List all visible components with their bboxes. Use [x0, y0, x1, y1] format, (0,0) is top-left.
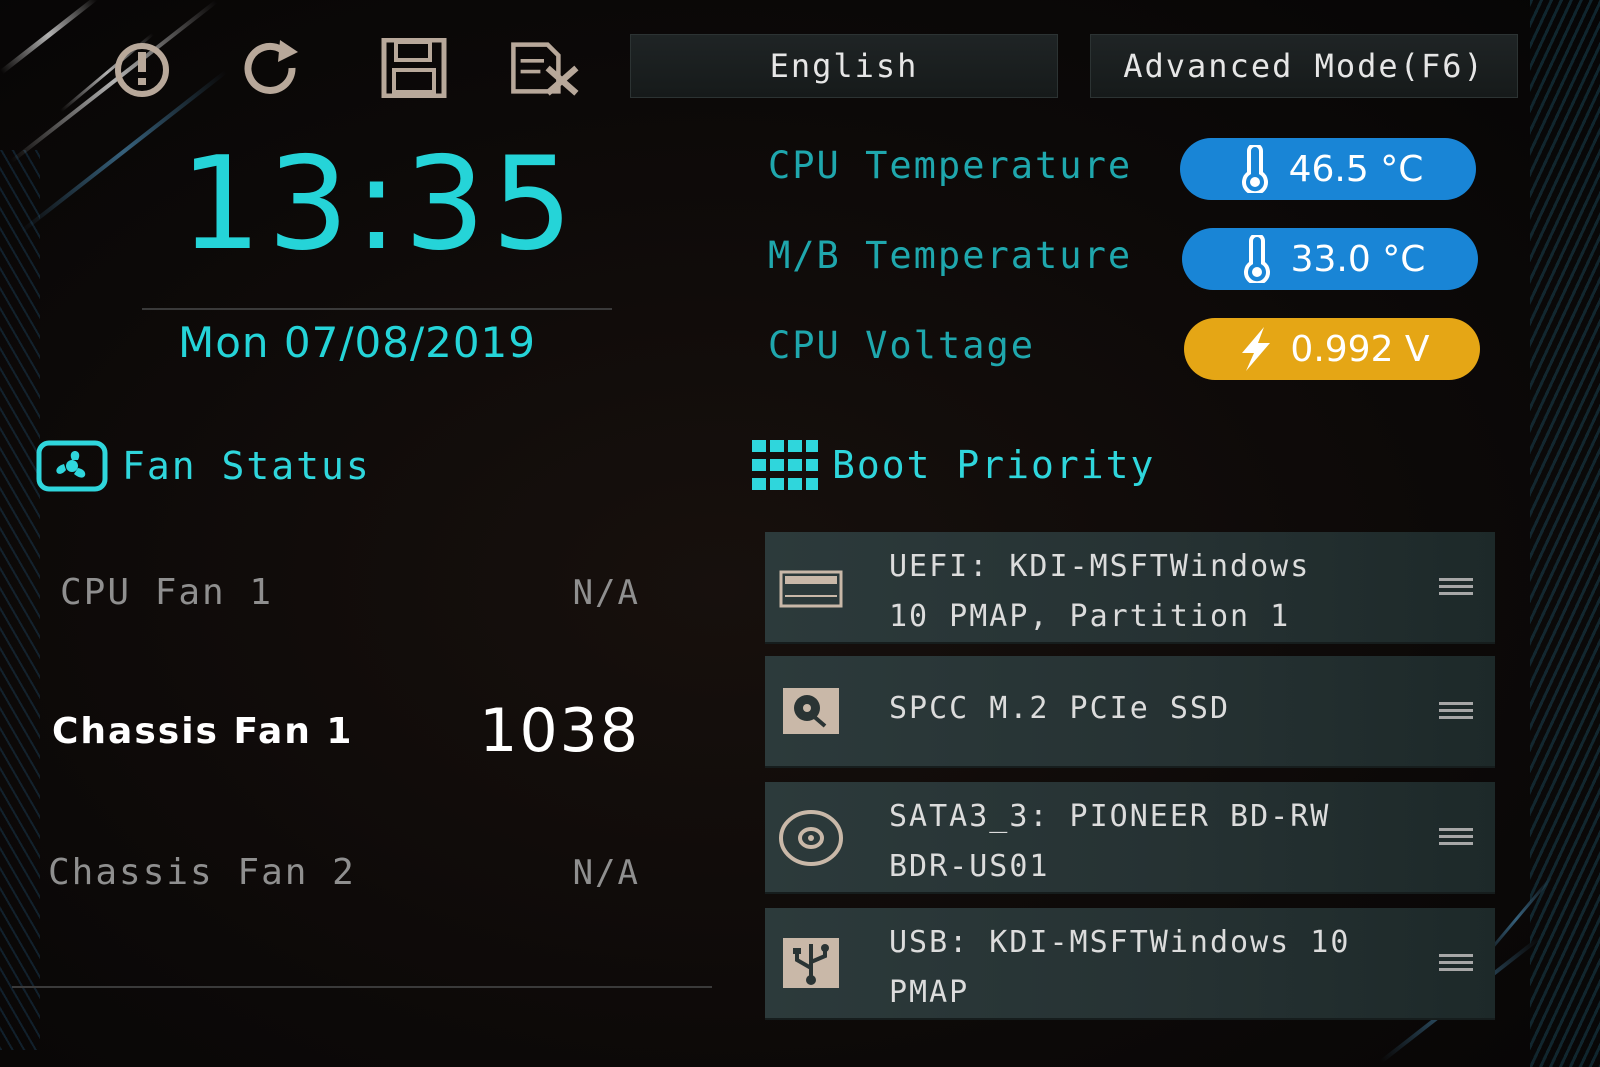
bios-ez-mode-screen: English Advanced Mode(F6) 13:35 Mon 07/0… — [0, 0, 1600, 1067]
fan-speed: 1038 — [479, 696, 640, 766]
cpu-temperature-badge: 46.5 °C — [1180, 138, 1476, 200]
fan-status-title: Fan Status — [122, 444, 371, 488]
drag-handle-icon[interactable] — [1439, 702, 1473, 720]
boot-priority-heading: Boot Priority — [752, 440, 1155, 490]
fan-name: Chassis Fan 2 — [48, 852, 356, 893]
boot-item-usb[interactable]: USB: KDI-MSFTWindows 10 PMAP — [765, 908, 1495, 1020]
advanced-mode-button[interactable]: Advanced Mode(F6) — [1090, 34, 1518, 98]
fan-speed: N/A — [572, 572, 640, 613]
fan-status-heading: Fan Status — [36, 440, 371, 492]
discard-icon[interactable] — [508, 38, 580, 98]
reset-icon[interactable] — [236, 38, 308, 98]
cpu-voltage-label: CPU Voltage — [768, 324, 1036, 367]
drag-handle-icon[interactable] — [1439, 828, 1473, 846]
ssd-icon — [783, 688, 839, 734]
usb-icon — [783, 938, 839, 988]
boot-item-label: SATA3_3: PIONEER BD-RW BDR-US01 — [889, 799, 1331, 884]
lightning-icon — [1242, 327, 1271, 371]
clock-time: 13:35 — [180, 130, 579, 279]
fan-name: Chassis Fan 1 — [52, 710, 354, 752]
drag-handle-icon[interactable] — [1439, 578, 1473, 596]
language-button-label: English — [769, 47, 919, 85]
fan-row-chassis-fan-2: Chassis Fan 2 N/A — [48, 852, 640, 893]
cpu-voltage-value: 0.992 V — [1290, 328, 1430, 370]
divider — [142, 308, 612, 310]
boot-item-label: USB: KDI-MSFTWindows 10 PMAP — [889, 925, 1351, 1010]
cpu-temperature-value: 46.5 °C — [1288, 148, 1424, 190]
boot-item-uefi[interactable]: UEFI: KDI-MSFTWindows 10 PMAP, Partition… — [765, 532, 1495, 644]
clock-date: Mon 07/08/2019 — [178, 318, 536, 367]
decorative-streaks-left — [0, 150, 40, 1050]
drag-handle-icon[interactable] — [1439, 954, 1473, 972]
decorative-streak — [0, 0, 98, 74]
cpu-temperature-label: CPU Temperature — [768, 144, 1133, 187]
language-button[interactable]: English — [630, 34, 1058, 98]
optical-disc-icon — [779, 810, 843, 866]
fan-icon — [36, 440, 108, 492]
exit-icon[interactable] — [104, 38, 176, 98]
mb-temperature-label: M/B Temperature — [768, 234, 1133, 277]
mb-temperature-badge: 33.0 °C — [1182, 228, 1478, 290]
save-icon[interactable] — [378, 37, 450, 99]
fan-row-cpu-fan-1: CPU Fan 1 N/A — [60, 572, 640, 613]
boot-item-label: UEFI: KDI-MSFTWindows 10 PMAP, Partition… — [889, 549, 1311, 634]
grid-icon — [752, 440, 818, 490]
divider — [12, 986, 712, 988]
disk-partition-icon — [779, 570, 843, 608]
fan-row-chassis-fan-1: Chassis Fan 1 1038 — [52, 696, 640, 766]
thermometer-icon — [1243, 235, 1270, 283]
mb-temperature-value: 33.0 °C — [1290, 238, 1426, 280]
boot-item-ssd[interactable]: SPCC M.2 PCIe SSD — [765, 656, 1495, 768]
fan-name: CPU Fan 1 — [60, 572, 274, 613]
advanced-mode-button-label: Advanced Mode(F6) — [1123, 47, 1485, 85]
boot-item-label: SPCC M.2 PCIe SSD — [889, 691, 1231, 726]
boot-priority-title: Boot Priority — [832, 443, 1156, 487]
decorative-streaks-right — [1530, 0, 1600, 1067]
thermometer-icon — [1241, 145, 1268, 193]
fan-speed: N/A — [572, 852, 640, 893]
boot-item-optical[interactable]: SATA3_3: PIONEER BD-RW BDR-US01 — [765, 782, 1495, 894]
cpu-voltage-badge: 0.992 V — [1184, 318, 1480, 380]
